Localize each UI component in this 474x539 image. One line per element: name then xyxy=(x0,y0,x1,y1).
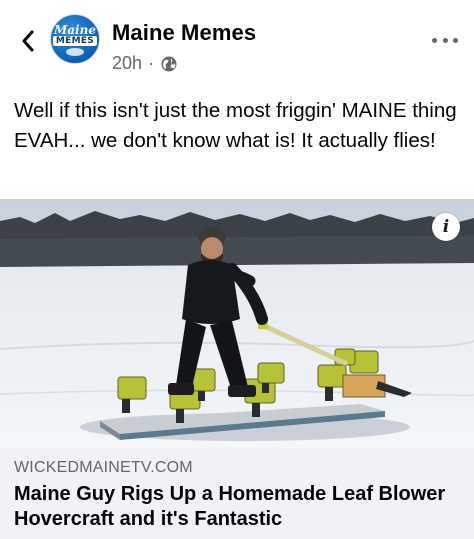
meta-separator: · xyxy=(148,53,155,73)
avatar-logo-mark xyxy=(66,47,84,56)
link-domain: WICKEDMAINETV.COM xyxy=(14,459,193,476)
more-options-button[interactable] xyxy=(432,30,458,50)
page-name[interactable]: Maine Memes xyxy=(112,20,256,46)
chevron-left-icon xyxy=(22,30,34,52)
hovercraft-photo xyxy=(0,199,474,448)
page-avatar[interactable]: Maine MEMES xyxy=(50,14,100,64)
more-dot-icon xyxy=(432,37,437,43)
post-meta: 20h · xyxy=(112,53,178,74)
more-dot-icon xyxy=(442,37,448,43)
link-title[interactable]: Maine Guy Rigs Up a Homemade Leaf Blower… xyxy=(14,482,464,532)
info-button[interactable]: i xyxy=(432,213,460,241)
post-message: Well if this isn't just the most friggin… xyxy=(14,99,457,152)
avatar-logo-subtext: MEMES xyxy=(52,35,98,46)
post-header: Maine MEMES Maine Memes 20h · xyxy=(0,0,474,88)
link-preview-image[interactable]: i xyxy=(0,199,474,448)
avatar-logo-text: Maine xyxy=(54,22,96,37)
post-timestamp[interactable]: 20h xyxy=(112,53,142,74)
globe-icon xyxy=(161,56,177,71)
more-dot-icon xyxy=(453,37,458,43)
back-button[interactable] xyxy=(14,24,42,58)
link-preview-card[interactable]: WICKEDMAINETV.COM Maine Guy Rigs Up a Ho… xyxy=(0,448,474,539)
